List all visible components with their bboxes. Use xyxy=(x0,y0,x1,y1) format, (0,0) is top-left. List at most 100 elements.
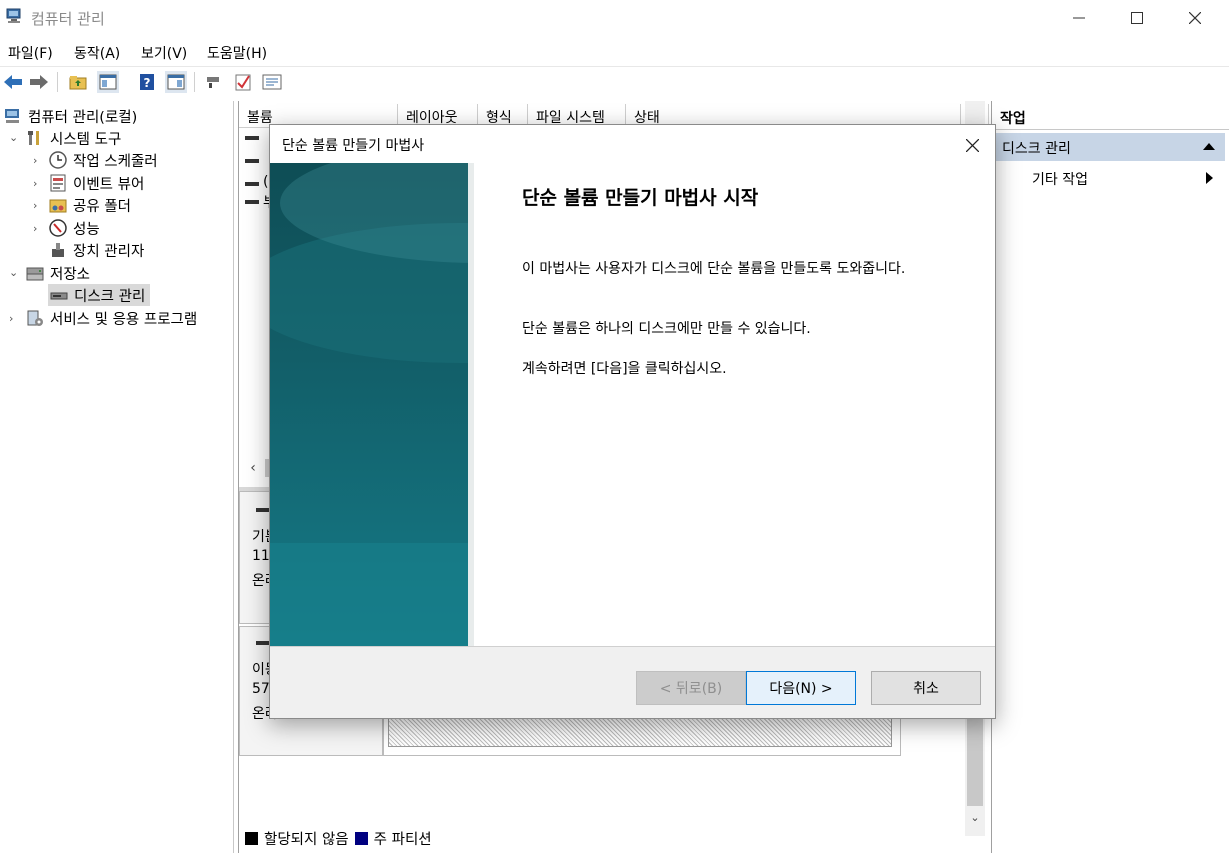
chevron-right-icon[interactable]: › xyxy=(33,199,37,212)
tree-system-tools-label: 시스템 도구 xyxy=(50,131,122,148)
event-viewer-icon xyxy=(50,174,66,192)
next-button[interactable]: 다음(N) > xyxy=(746,671,856,705)
wizard-footer-separator xyxy=(270,646,995,647)
tree-root-label: 컴퓨터 관리(로컬) xyxy=(28,109,138,126)
chevron-down-icon[interactable]: ⌄ xyxy=(9,266,18,279)
show-console-tree-button[interactable] xyxy=(97,71,119,93)
shared-folder-icon xyxy=(49,199,67,213)
tree-services-apps[interactable]: 서비스 및 응용 프로그램 xyxy=(26,307,197,329)
tree-shared-folders[interactable]: 공유 폴더 xyxy=(49,194,131,216)
volume-row-icon xyxy=(245,200,259,204)
tree-task-scheduler-label: 작업 스케줄러 xyxy=(73,153,158,170)
wizard-banner-edge xyxy=(468,163,474,647)
wizard-title: 단순 볼륨 만들기 마법사 xyxy=(282,138,425,154)
services-icon xyxy=(27,310,43,326)
menu-bar: 파일(F) 동작(A) 보기(V) 도움말(H) xyxy=(0,38,1229,65)
scroll-down-icon[interactable]: ⌄ xyxy=(965,807,985,827)
tree-shared-folders-label: 공유 폴더 xyxy=(73,198,131,215)
menu-help[interactable]: 도움말(H) xyxy=(207,43,267,63)
window-titlebar: 컴퓨터 관리 xyxy=(0,0,1229,36)
connect-button[interactable] xyxy=(203,71,225,93)
help-button[interactable]: ? xyxy=(136,71,158,93)
volume-row-icon xyxy=(245,136,259,140)
menu-action[interactable]: 동작(A) xyxy=(74,43,120,63)
wizard-instruction: 계속하려면 [다음]을 클릭하십시오. xyxy=(522,361,727,377)
chevron-right-icon[interactable]: › xyxy=(33,154,37,167)
storage-icon xyxy=(26,267,44,281)
tree-performance-label: 성능 xyxy=(73,221,100,238)
close-icon xyxy=(965,138,979,152)
performance-icon xyxy=(49,219,67,237)
cancel-button[interactable]: 취소 xyxy=(871,671,981,705)
actions-title: 작업 xyxy=(992,104,1229,130)
toolbar: ? xyxy=(0,66,1229,96)
minimize-icon xyxy=(1073,17,1085,19)
wizard-body: 단순 볼륨 만들기 마법사 시작 이 마법사는 사용자가 디스크에 단순 볼륨을… xyxy=(270,163,995,647)
back-button[interactable] xyxy=(2,71,24,93)
console-tree-icon xyxy=(99,74,117,90)
show-action-pane-button[interactable] xyxy=(165,71,187,93)
disk-icon xyxy=(50,292,68,300)
wizard-note: 단순 볼륨은 하나의 디스크에만 만들 수 있습니다. xyxy=(522,321,811,337)
actions-group-disk-management[interactable]: 디스크 관리 xyxy=(992,133,1225,161)
tree-system-tools[interactable]: 시스템 도구 xyxy=(26,127,121,149)
unallocated-region[interactable] xyxy=(388,717,892,747)
tree-disk-management[interactable]: 디스크 관리 xyxy=(48,284,151,306)
wizard-titlebar: 단순 볼륨 만들기 마법사 xyxy=(270,125,995,163)
tools-icon xyxy=(28,131,39,145)
volume-row-text[interactable]: ( xyxy=(263,174,268,190)
show-pane-icon xyxy=(167,74,185,90)
tree-device-manager-label: 장치 관리자 xyxy=(73,243,145,260)
tree-event-viewer-label: 이벤트 뷰어 xyxy=(73,176,145,193)
properties-icon xyxy=(262,74,282,90)
tree-event-viewer[interactable]: 이벤트 뷰어 xyxy=(49,172,144,194)
minimize-button[interactable] xyxy=(1050,0,1108,36)
volume-row-icon xyxy=(245,159,259,163)
back-button[interactable]: < 뒤로(B) xyxy=(636,671,746,705)
close-button[interactable] xyxy=(1166,0,1224,36)
tree-services-apps-label: 서비스 및 응용 프로그램 xyxy=(50,311,198,328)
folder-up-icon xyxy=(69,76,87,90)
legend-unallocated-label: 할당되지 않음 xyxy=(264,832,349,848)
wizard-heading: 단순 볼륨 만들기 마법사 시작 xyxy=(522,187,759,209)
clock-icon xyxy=(49,151,67,169)
maximize-icon xyxy=(1131,12,1143,24)
collapse-icon xyxy=(1203,143,1215,150)
chevron-down-icon[interactable]: ⌄ xyxy=(9,131,18,144)
forward-button[interactable] xyxy=(28,71,50,93)
wizard-banner-image xyxy=(270,163,468,647)
wizard-description: 이 마법사는 사용자가 디스크에 단순 볼륨을 만들도록 도와줍니다. xyxy=(522,261,906,277)
computer-management-icon xyxy=(5,109,19,123)
svg-text:?: ? xyxy=(144,76,151,90)
tree-root[interactable]: 컴퓨터 관리(로컬) xyxy=(4,105,137,127)
scroll-left-button[interactable]: ‹ xyxy=(239,457,267,479)
chevron-right-icon[interactable]: › xyxy=(33,177,37,190)
legend: 할당되지 않음 주 파티션 xyxy=(245,828,432,849)
menu-file[interactable]: 파일(F) xyxy=(8,43,53,63)
properties-button[interactable] xyxy=(261,71,283,93)
tree-disk-management-label: 디스크 관리 xyxy=(74,288,146,305)
console-tree: 컴퓨터 관리(로컬) ⌄ 시스템 도구 › 작업 스케줄러 › 이벤트 뷰어 ›… xyxy=(0,101,234,853)
chevron-right-icon[interactable]: › xyxy=(9,312,13,325)
actions-pane: 작업 디스크 관리 기타 작업 xyxy=(991,101,1229,853)
device-manager-icon xyxy=(52,243,64,257)
more-actions[interactable]: 기타 작업 xyxy=(1032,169,1088,189)
connect-icon xyxy=(207,77,219,88)
new-simple-volume-wizard: 단순 볼륨 만들기 마법사 단순 볼륨 만들기 마법사 시작 이 마법사는 사용… xyxy=(269,124,996,719)
maximize-button[interactable] xyxy=(1108,0,1166,36)
tree-performance[interactable]: 성능 xyxy=(49,217,100,239)
legend-primary-label: 주 파티션 xyxy=(373,832,432,848)
legend-unallocated-swatch xyxy=(245,832,258,845)
up-level-button[interactable] xyxy=(67,71,89,93)
tree-task-scheduler[interactable]: 작업 스케줄러 xyxy=(49,149,158,171)
tree-storage[interactable]: 저장소 xyxy=(26,262,90,284)
tree-device-manager[interactable]: 장치 관리자 xyxy=(49,239,144,261)
close-icon xyxy=(1189,12,1201,24)
back-icon xyxy=(4,75,22,89)
forward-icon xyxy=(30,75,48,89)
wizard-close-button[interactable] xyxy=(960,133,984,157)
menu-view[interactable]: 보기(V) xyxy=(141,43,187,63)
computer-management-icon xyxy=(6,8,21,23)
chevron-right-icon[interactable]: › xyxy=(33,222,37,235)
check-button[interactable] xyxy=(232,71,254,93)
